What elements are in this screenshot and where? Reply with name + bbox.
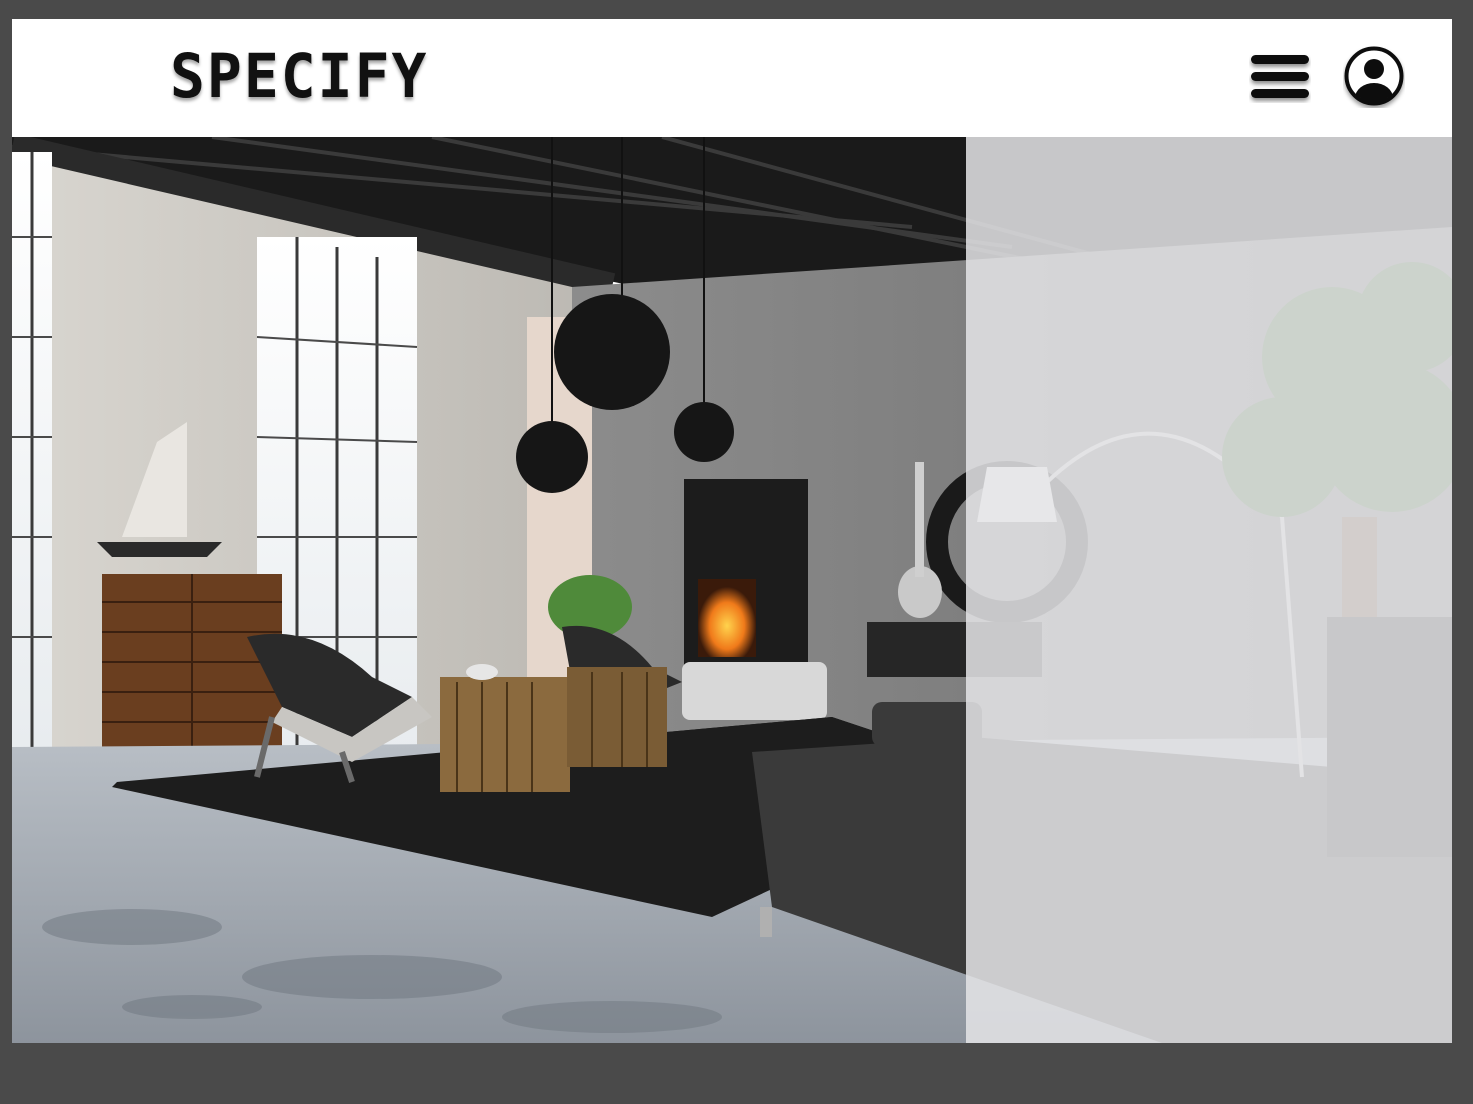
hamburger-menu-icon[interactable] [1249,53,1311,103]
translucent-side-panel [966,137,1452,1043]
user-account-icon[interactable] [1343,46,1405,108]
brand-logo[interactable]: SPECIFY [170,46,428,107]
top-header: SPECIFY [12,19,1452,137]
app-frame: SPECIFY [12,19,1452,1043]
